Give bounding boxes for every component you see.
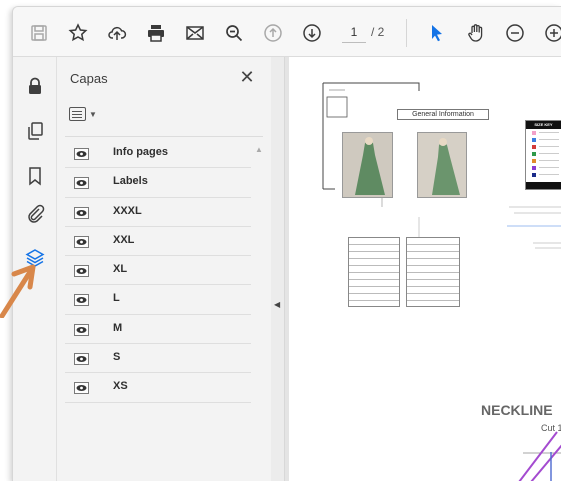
- eye-icon[interactable]: [74, 294, 89, 307]
- dress-photo: [342, 132, 393, 198]
- layer-label: XL: [113, 263, 128, 276]
- list-options-icon: [69, 107, 86, 121]
- size-table: [348, 237, 400, 307]
- pages-icon[interactable]: [24, 120, 46, 142]
- layer-item-labels[interactable]: Labels: [65, 168, 251, 198]
- bookmark-icon[interactable]: [24, 165, 46, 187]
- zoom-in-icon[interactable]: [543, 22, 561, 44]
- eye-icon[interactable]: [74, 206, 89, 219]
- select-cursor-icon[interactable]: [426, 22, 448, 44]
- toolbar: 1 / 2: [13, 7, 561, 57]
- size-key-title: SIZE KEY: [526, 121, 561, 129]
- eye-icon[interactable]: [74, 265, 89, 278]
- pattern-section-heading: NECKLINE: [481, 402, 553, 418]
- size-table: [406, 237, 460, 307]
- layer-label: Info pages: [113, 146, 169, 158]
- lock-icon[interactable]: [24, 75, 46, 97]
- pattern-section-subtitle: Cut 1 p: [541, 423, 561, 433]
- layer-item-l[interactable]: L: [65, 285, 251, 315]
- hand-icon[interactable]: [465, 22, 487, 44]
- zoom-out-icon[interactable]: [504, 22, 526, 44]
- layer-item-xxl[interactable]: XXL: [65, 227, 251, 257]
- print-icon[interactable]: [145, 22, 167, 44]
- search-icon[interactable]: [223, 22, 245, 44]
- layer-item-xl[interactable]: XL: [65, 256, 251, 286]
- pdf-viewer-window: 1 / 2 Capas ✕ ▼ Info pages Labels XXXL X…: [12, 6, 561, 481]
- layer-item-info-pages[interactable]: Info pages: [65, 139, 251, 169]
- layer-list-scrollbar[interactable]: ▲: [253, 139, 263, 481]
- layer-label: XS: [113, 380, 128, 393]
- general-information-label: General Information: [397, 109, 489, 120]
- page-total: / 2: [371, 25, 385, 39]
- page-number-input[interactable]: 1: [342, 21, 366, 43]
- eye-icon[interactable]: [74, 235, 89, 248]
- layer-label: XXXL: [113, 204, 142, 217]
- arrow-up-icon[interactable]: [262, 22, 284, 44]
- eye-icon[interactable]: [74, 177, 89, 190]
- attachment-icon[interactable]: [24, 202, 46, 224]
- chevron-left-icon[interactable]: ◀: [274, 300, 280, 309]
- layer-label: XXL: [113, 233, 135, 246]
- layer-label: L: [113, 292, 120, 305]
- eye-icon[interactable]: [74, 353, 89, 366]
- layer-label: Labels: [113, 175, 148, 188]
- close-icon[interactable]: ✕: [237, 67, 257, 87]
- eye-icon[interactable]: [74, 148, 89, 160]
- layer-label: S: [113, 351, 121, 364]
- chevron-down-icon: ▼: [89, 109, 97, 119]
- panel-divider: [65, 136, 263, 137]
- layer-item-xxxl[interactable]: XXXL: [65, 198, 251, 227]
- star-icon[interactable]: [67, 22, 89, 44]
- layer-item-m[interactable]: M: [65, 315, 251, 345]
- chevron-up-icon[interactable]: ▲: [255, 145, 263, 154]
- mail-icon[interactable]: [184, 22, 206, 44]
- layer-list: Info pages Labels XXXL XXL XL L M S XS: [65, 139, 251, 403]
- eye-icon[interactable]: [74, 382, 89, 395]
- dress-photo: [417, 132, 467, 198]
- layers-panel: Capas ✕ ▼ Info pages Labels XXXL XXL XL …: [57, 57, 271, 481]
- layer-options-menu[interactable]: ▼: [69, 103, 105, 125]
- document-area: ◀ General Information SIZE KEY NECKLINE …: [271, 57, 561, 481]
- annotation-arrow: [0, 264, 36, 318]
- panel-title: Capas: [70, 71, 108, 86]
- pdf-page: General Information SIZE KEY NECKLINE Cu…: [289, 57, 561, 481]
- toolbar-divider: [406, 19, 407, 47]
- upload-cloud-icon[interactable]: [106, 22, 128, 44]
- save-icon[interactable]: [28, 22, 50, 44]
- layer-label: M: [113, 321, 123, 334]
- eye-icon[interactable]: [74, 323, 89, 336]
- panel-collapse-handle[interactable]: ◀: [271, 57, 285, 481]
- layer-item-s[interactable]: S: [65, 344, 251, 374]
- layer-item-xs[interactable]: XS: [65, 373, 251, 403]
- size-key-table: SIZE KEY: [525, 120, 561, 190]
- arrow-down-icon[interactable]: [301, 22, 323, 44]
